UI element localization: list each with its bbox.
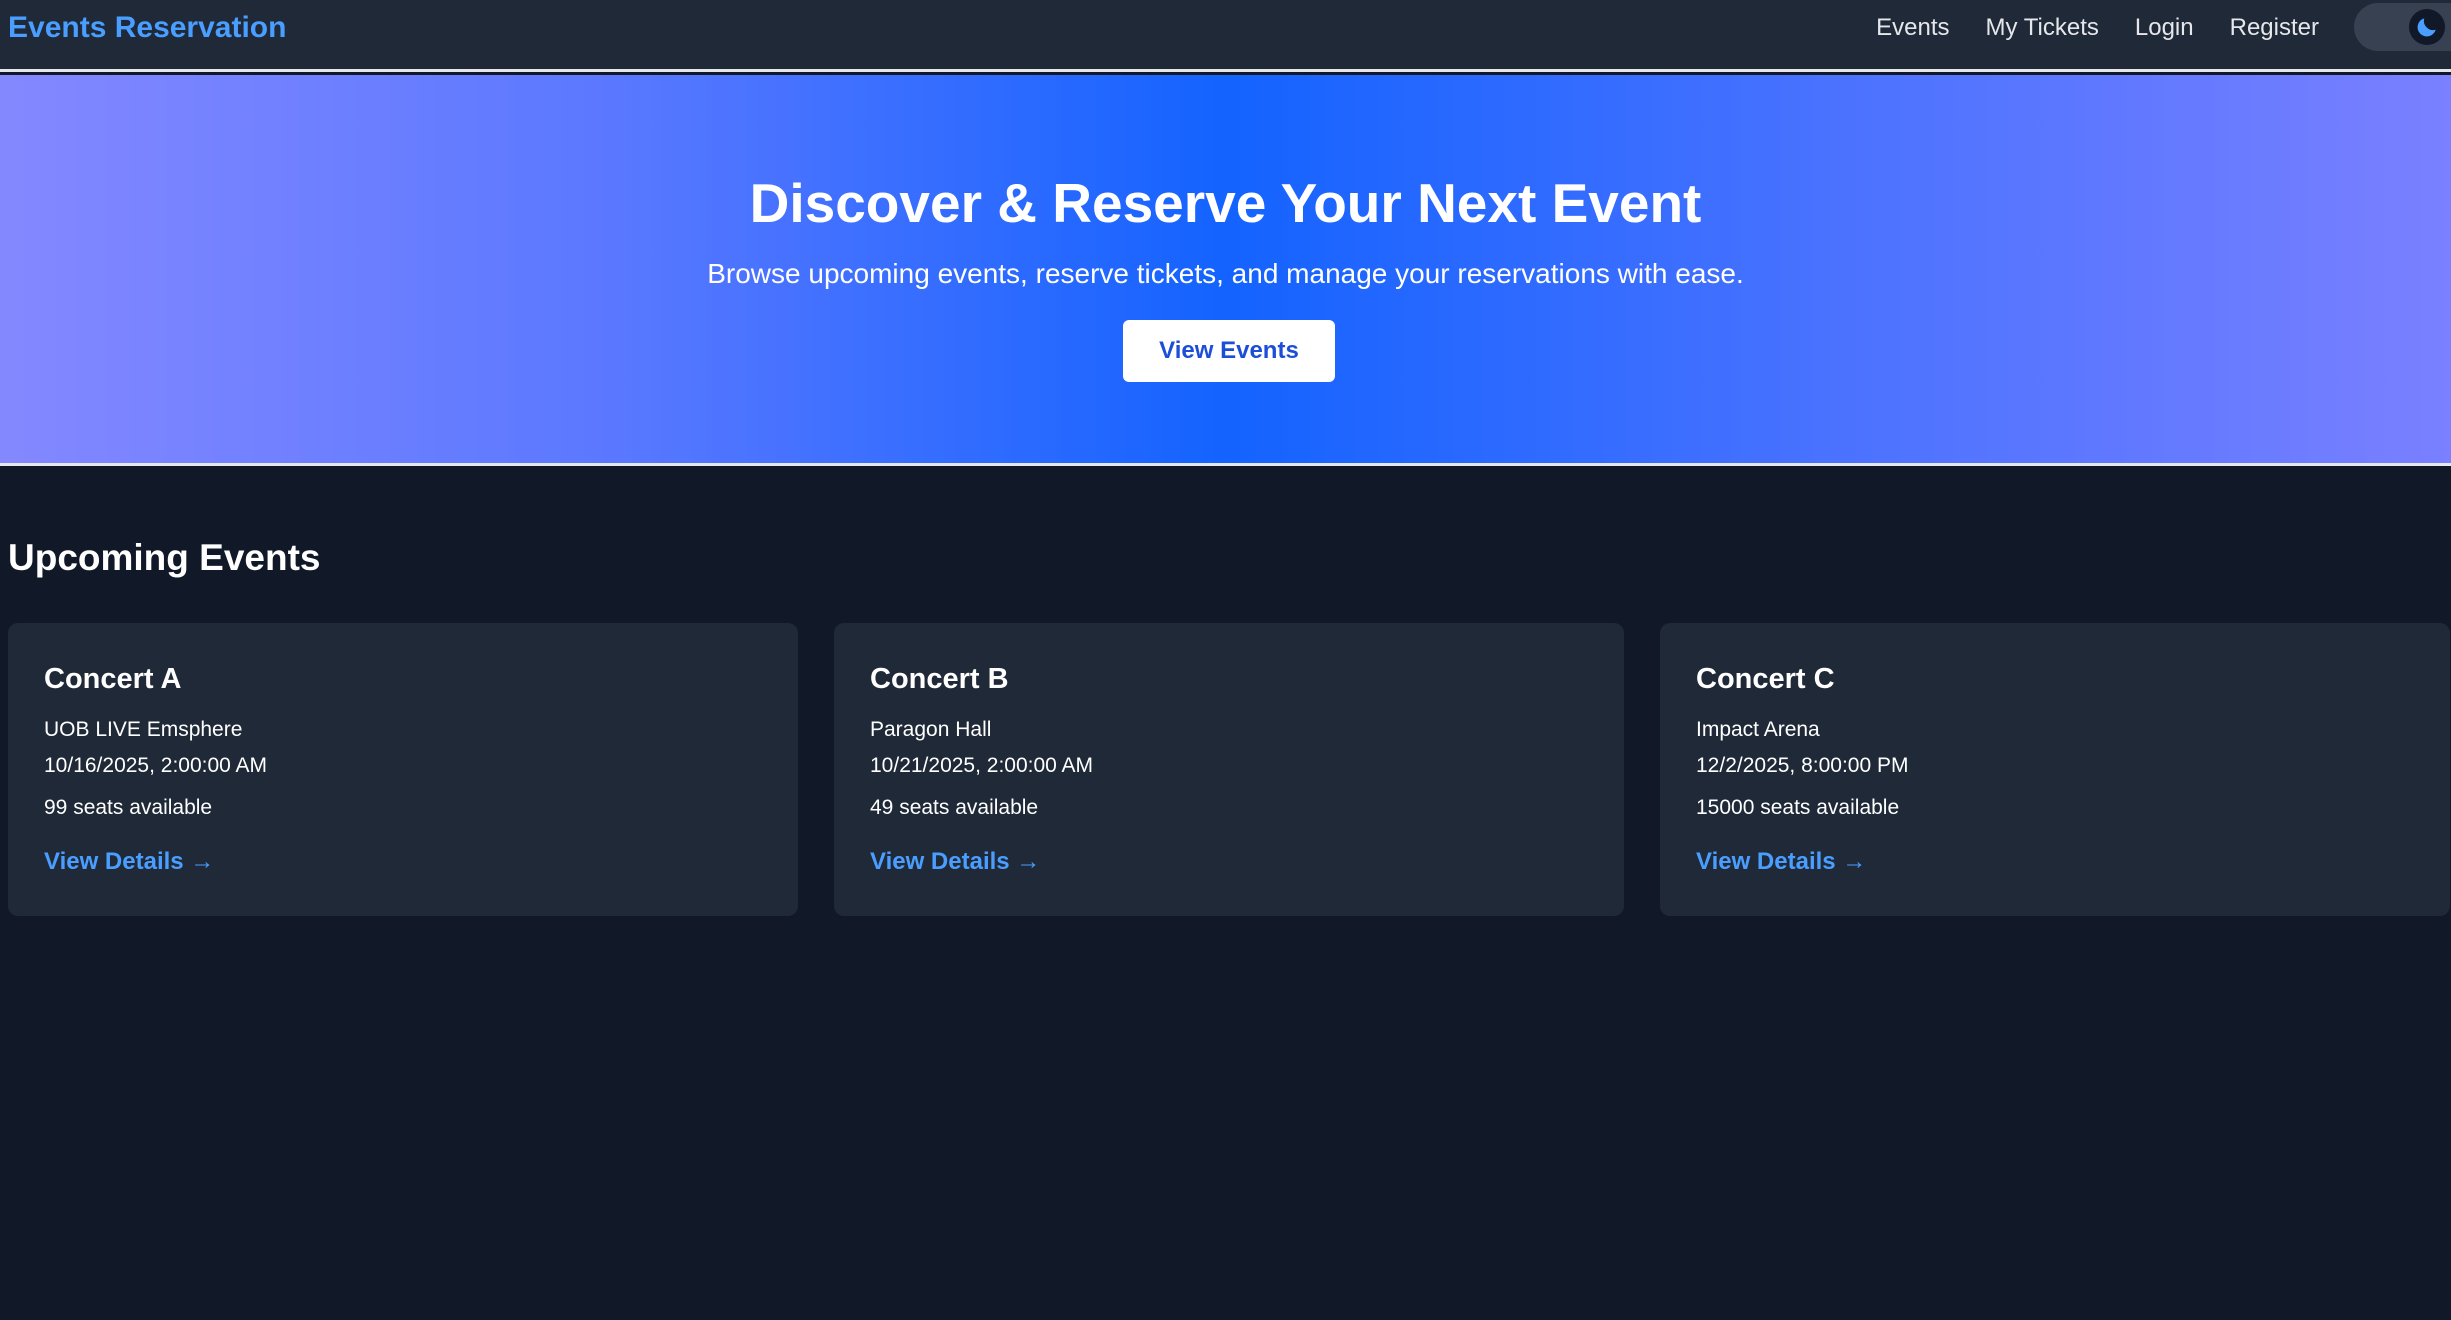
event-title: Concert C <box>1696 663 1835 695</box>
hero-banner: Discover & Reserve Your Next Event Brows… <box>0 75 2451 466</box>
nav-link-my-tickets[interactable]: My Tickets <box>1986 14 2099 42</box>
event-date: 10/16/2025, 2:00:00 AM <box>44 754 268 777</box>
navbar: Events Reservation Events My Tickets Log… <box>0 0 2451 72</box>
event-seats: 15000 seats available <box>1696 796 1900 819</box>
event-seats: 99 seats available <box>44 796 213 819</box>
event-title: Concert A <box>44 663 182 695</box>
event-venue: UOB LIVE Emsphere <box>44 718 243 741</box>
upcoming-events-heading: Upcoming Events <box>8 537 321 578</box>
nav-link-register[interactable]: Register <box>2230 14 2319 42</box>
nav-link-events[interactable]: Events <box>1876 14 1949 42</box>
event-date: 12/2/2025, 8:00:00 PM <box>1696 754 1909 777</box>
event-seats: 49 seats available <box>870 796 1039 819</box>
theme-toggle[interactable] <box>2354 3 2451 51</box>
view-details-link[interactable]: View Details → <box>44 848 214 875</box>
view-events-button[interactable]: View Events <box>1123 320 1335 382</box>
nav-link-login[interactable]: Login <box>2135 14 2194 42</box>
event-venue: Impact Arena <box>1696 718 1820 741</box>
event-venue: Paragon Hall <box>870 718 992 741</box>
event-title: Concert B <box>870 663 1009 695</box>
hero-subtitle: Browse upcoming events, reserve tickets,… <box>707 258 1744 289</box>
hero-title: Discover & Reserve Your Next Event <box>749 172 1702 234</box>
nav-links: Events My Tickets Login Register <box>1876 14 2319 42</box>
view-details-link[interactable]: View Details → <box>870 848 1040 875</box>
moon-icon <box>2409 9 2445 45</box>
event-card-concert-b: Concert B Paragon Hall 10/21/2025, 2:00:… <box>834 623 1624 916</box>
event-card-concert-c: Concert C Impact Arena 12/2/2025, 8:00:0… <box>1660 623 2450 916</box>
brand-logo[interactable]: Events Reservation <box>8 11 286 45</box>
view-details-link[interactable]: View Details → <box>1696 848 1866 875</box>
event-date: 10/21/2025, 2:00:00 AM <box>870 754 1094 777</box>
event-card-concert-a: Concert A UOB LIVE Emsphere 10/16/2025, … <box>8 623 798 916</box>
